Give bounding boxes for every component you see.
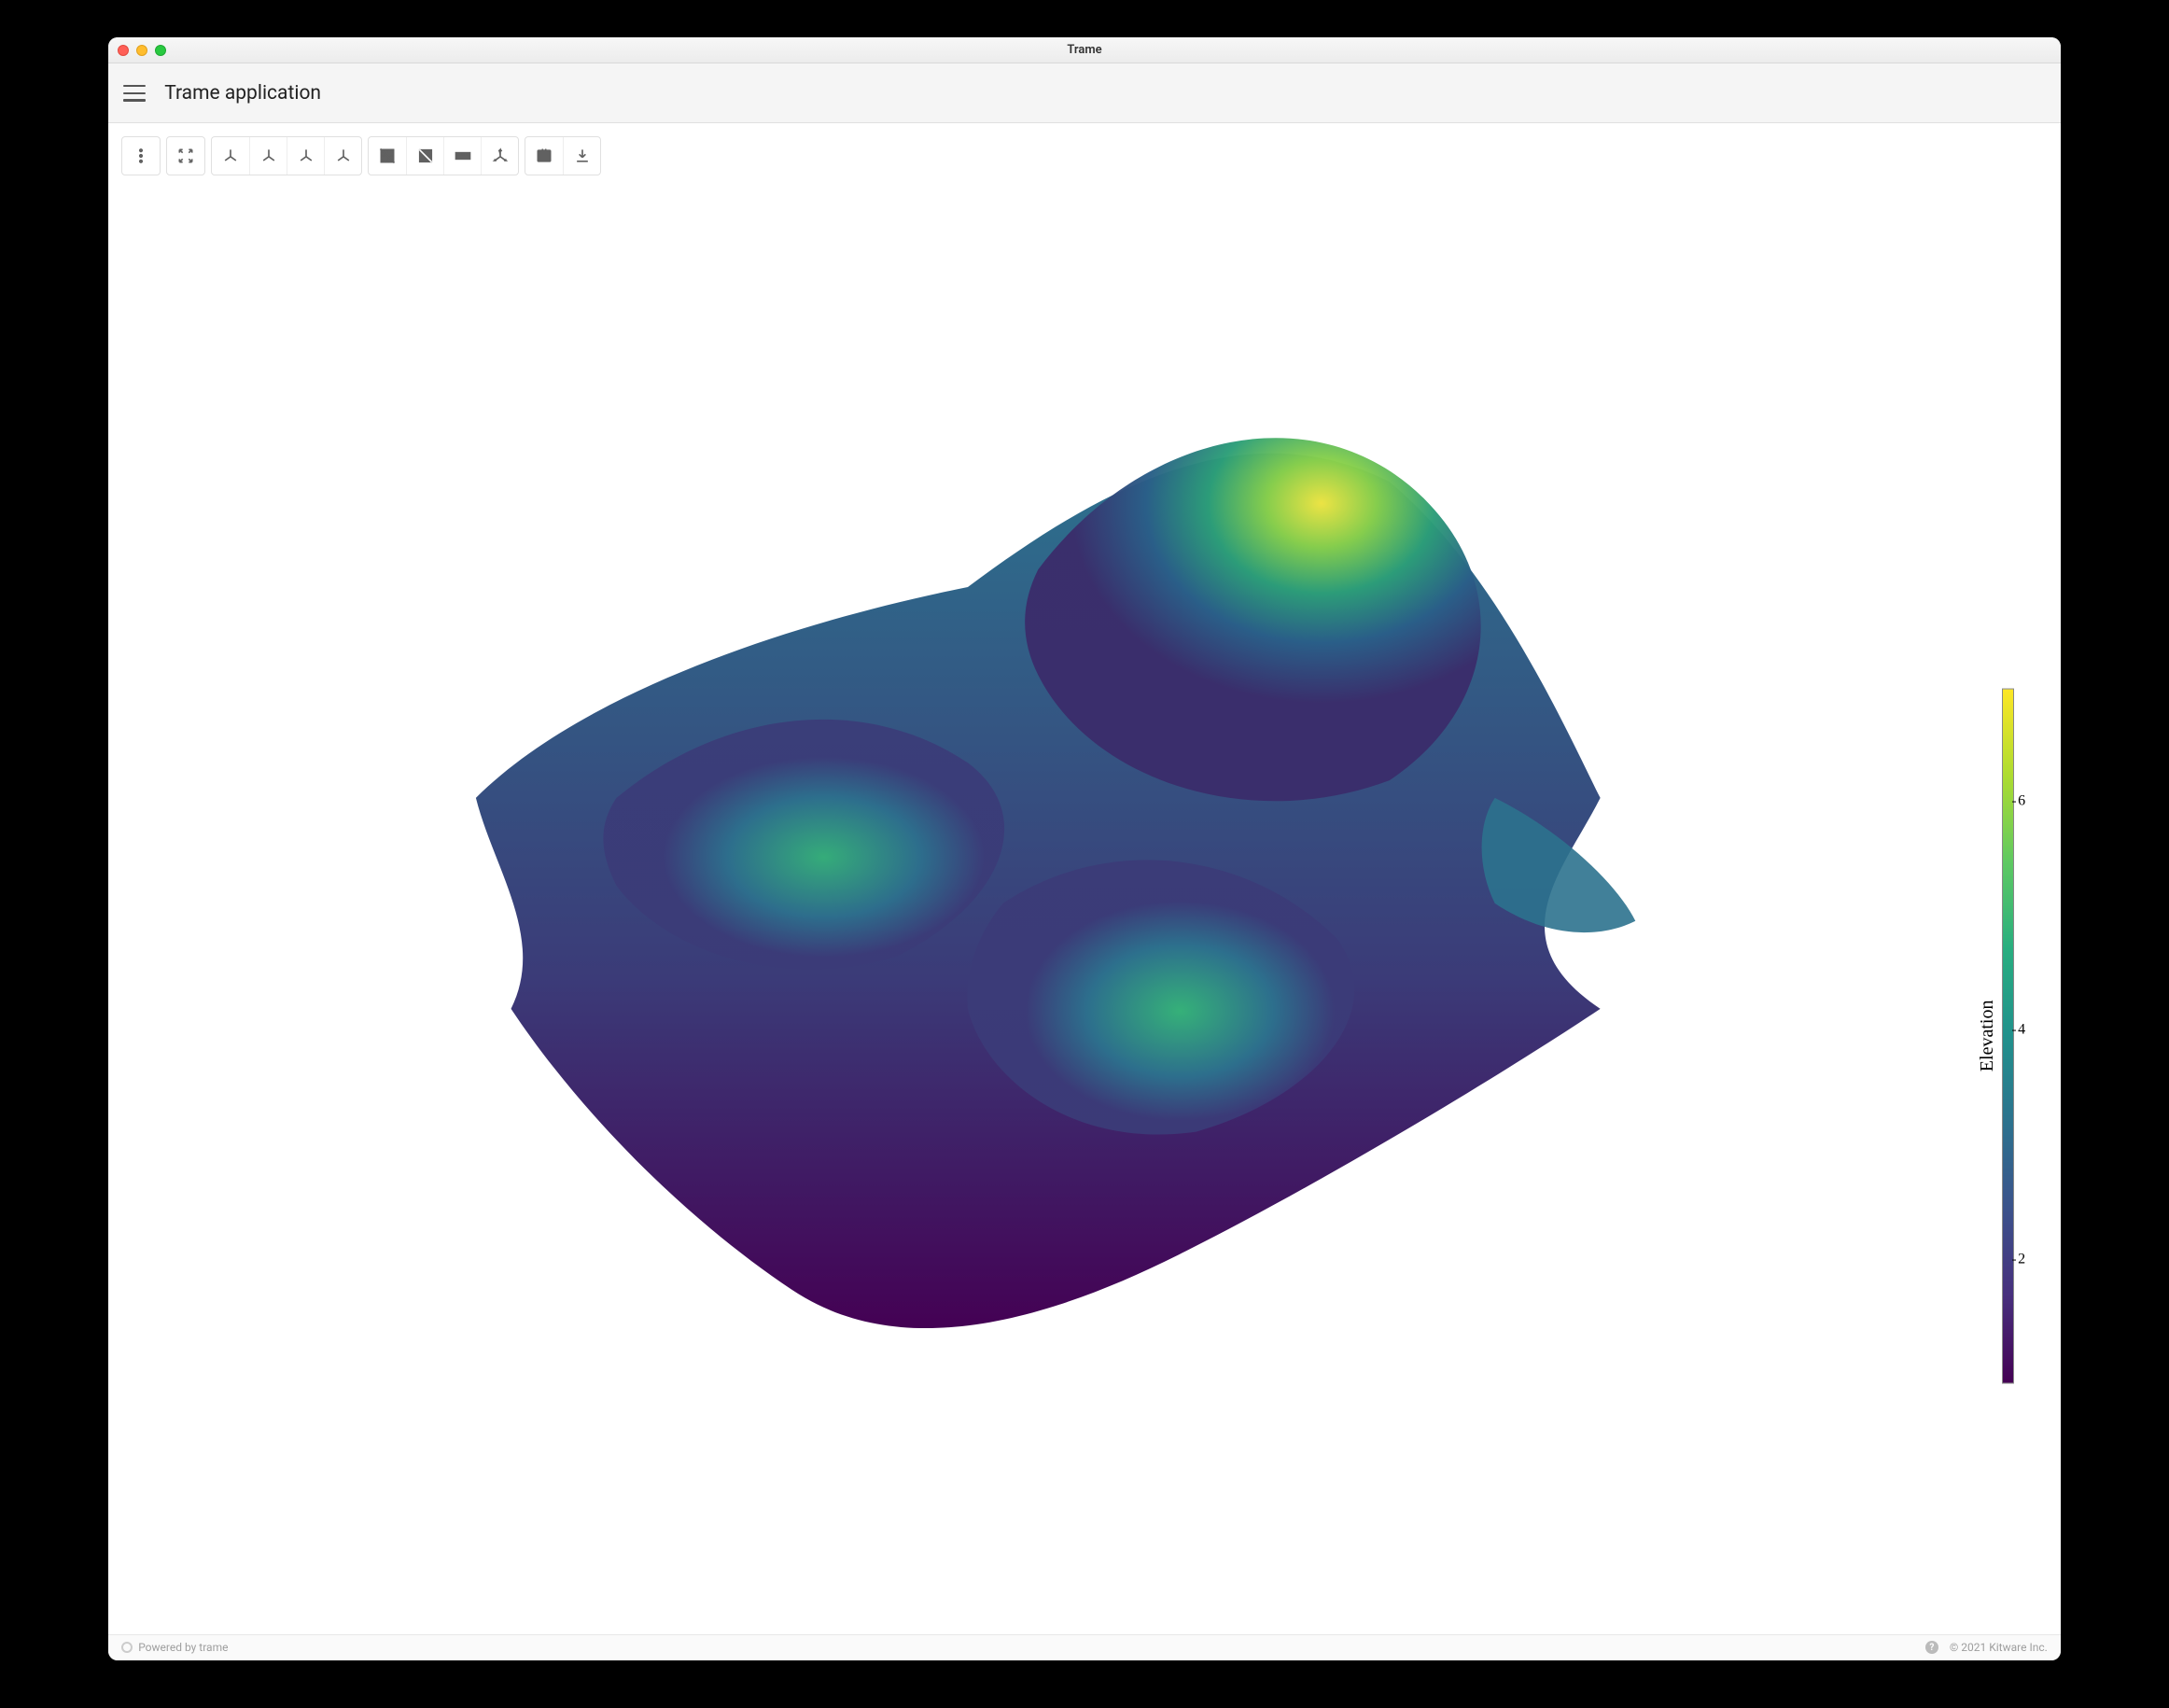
surface-shade-icon[interactable] (406, 137, 443, 175)
download-icon[interactable] (563, 137, 600, 175)
footer: Powered by trame ? © 2021 Kitware Inc. (108, 1634, 2061, 1660)
more-vert-icon[interactable] (122, 137, 160, 175)
axis-yz-icon[interactable] (249, 137, 287, 175)
grid-off-icon[interactable] (369, 137, 406, 175)
colorbar-tick: 6 (2018, 792, 2025, 809)
help-icon[interactable]: ? (1925, 1641, 1938, 1654)
viewport-toolbar (121, 136, 607, 175)
axis-xyz-icon[interactable] (212, 137, 249, 175)
colorbar-ticks: 6 4 2 (2018, 689, 2033, 1384)
hamburger-menu-icon[interactable] (123, 82, 146, 105)
window-titlebar: Trame (108, 37, 2061, 63)
surface-plot[interactable] (265, 214, 1671, 1452)
colorbar-tick: 2 (2018, 1252, 2025, 1268)
toolbar-group-orientation (211, 136, 362, 175)
toolbar-group-export (525, 136, 601, 175)
app-header: Trame application (108, 63, 2061, 123)
axes-arrows-icon[interactable] (481, 137, 518, 175)
colorbar-label: Elevation (1977, 1000, 1998, 1071)
toolbar-group-geometry (368, 136, 519, 175)
viewport[interactable]: Elevation 6 4 2 (108, 123, 2061, 1634)
reset-camera-icon[interactable] (167, 137, 204, 175)
colorbar-gradient (2002, 689, 2014, 1384)
window-title: Trame (108, 43, 2061, 57)
screenshot-icon[interactable] (525, 137, 563, 175)
axis-xz-icon[interactable] (287, 137, 324, 175)
ruler-icon[interactable] (443, 137, 481, 175)
app-title: Trame application (164, 82, 321, 105)
toolbar-group-menu (121, 136, 161, 175)
app-window: Trame Trame application (108, 37, 2061, 1660)
axis-xy-icon[interactable] (324, 137, 361, 175)
colorbar-tick: 4 (2018, 1022, 2025, 1039)
toolbar-group-view (166, 136, 205, 175)
colorbar: Elevation 6 4 2 (1977, 689, 2033, 1384)
powered-by-label: Powered by trame (138, 1641, 228, 1654)
progress-spinner-icon (121, 1642, 133, 1653)
copyright-label: © 2021 Kitware Inc. (1950, 1641, 2048, 1654)
